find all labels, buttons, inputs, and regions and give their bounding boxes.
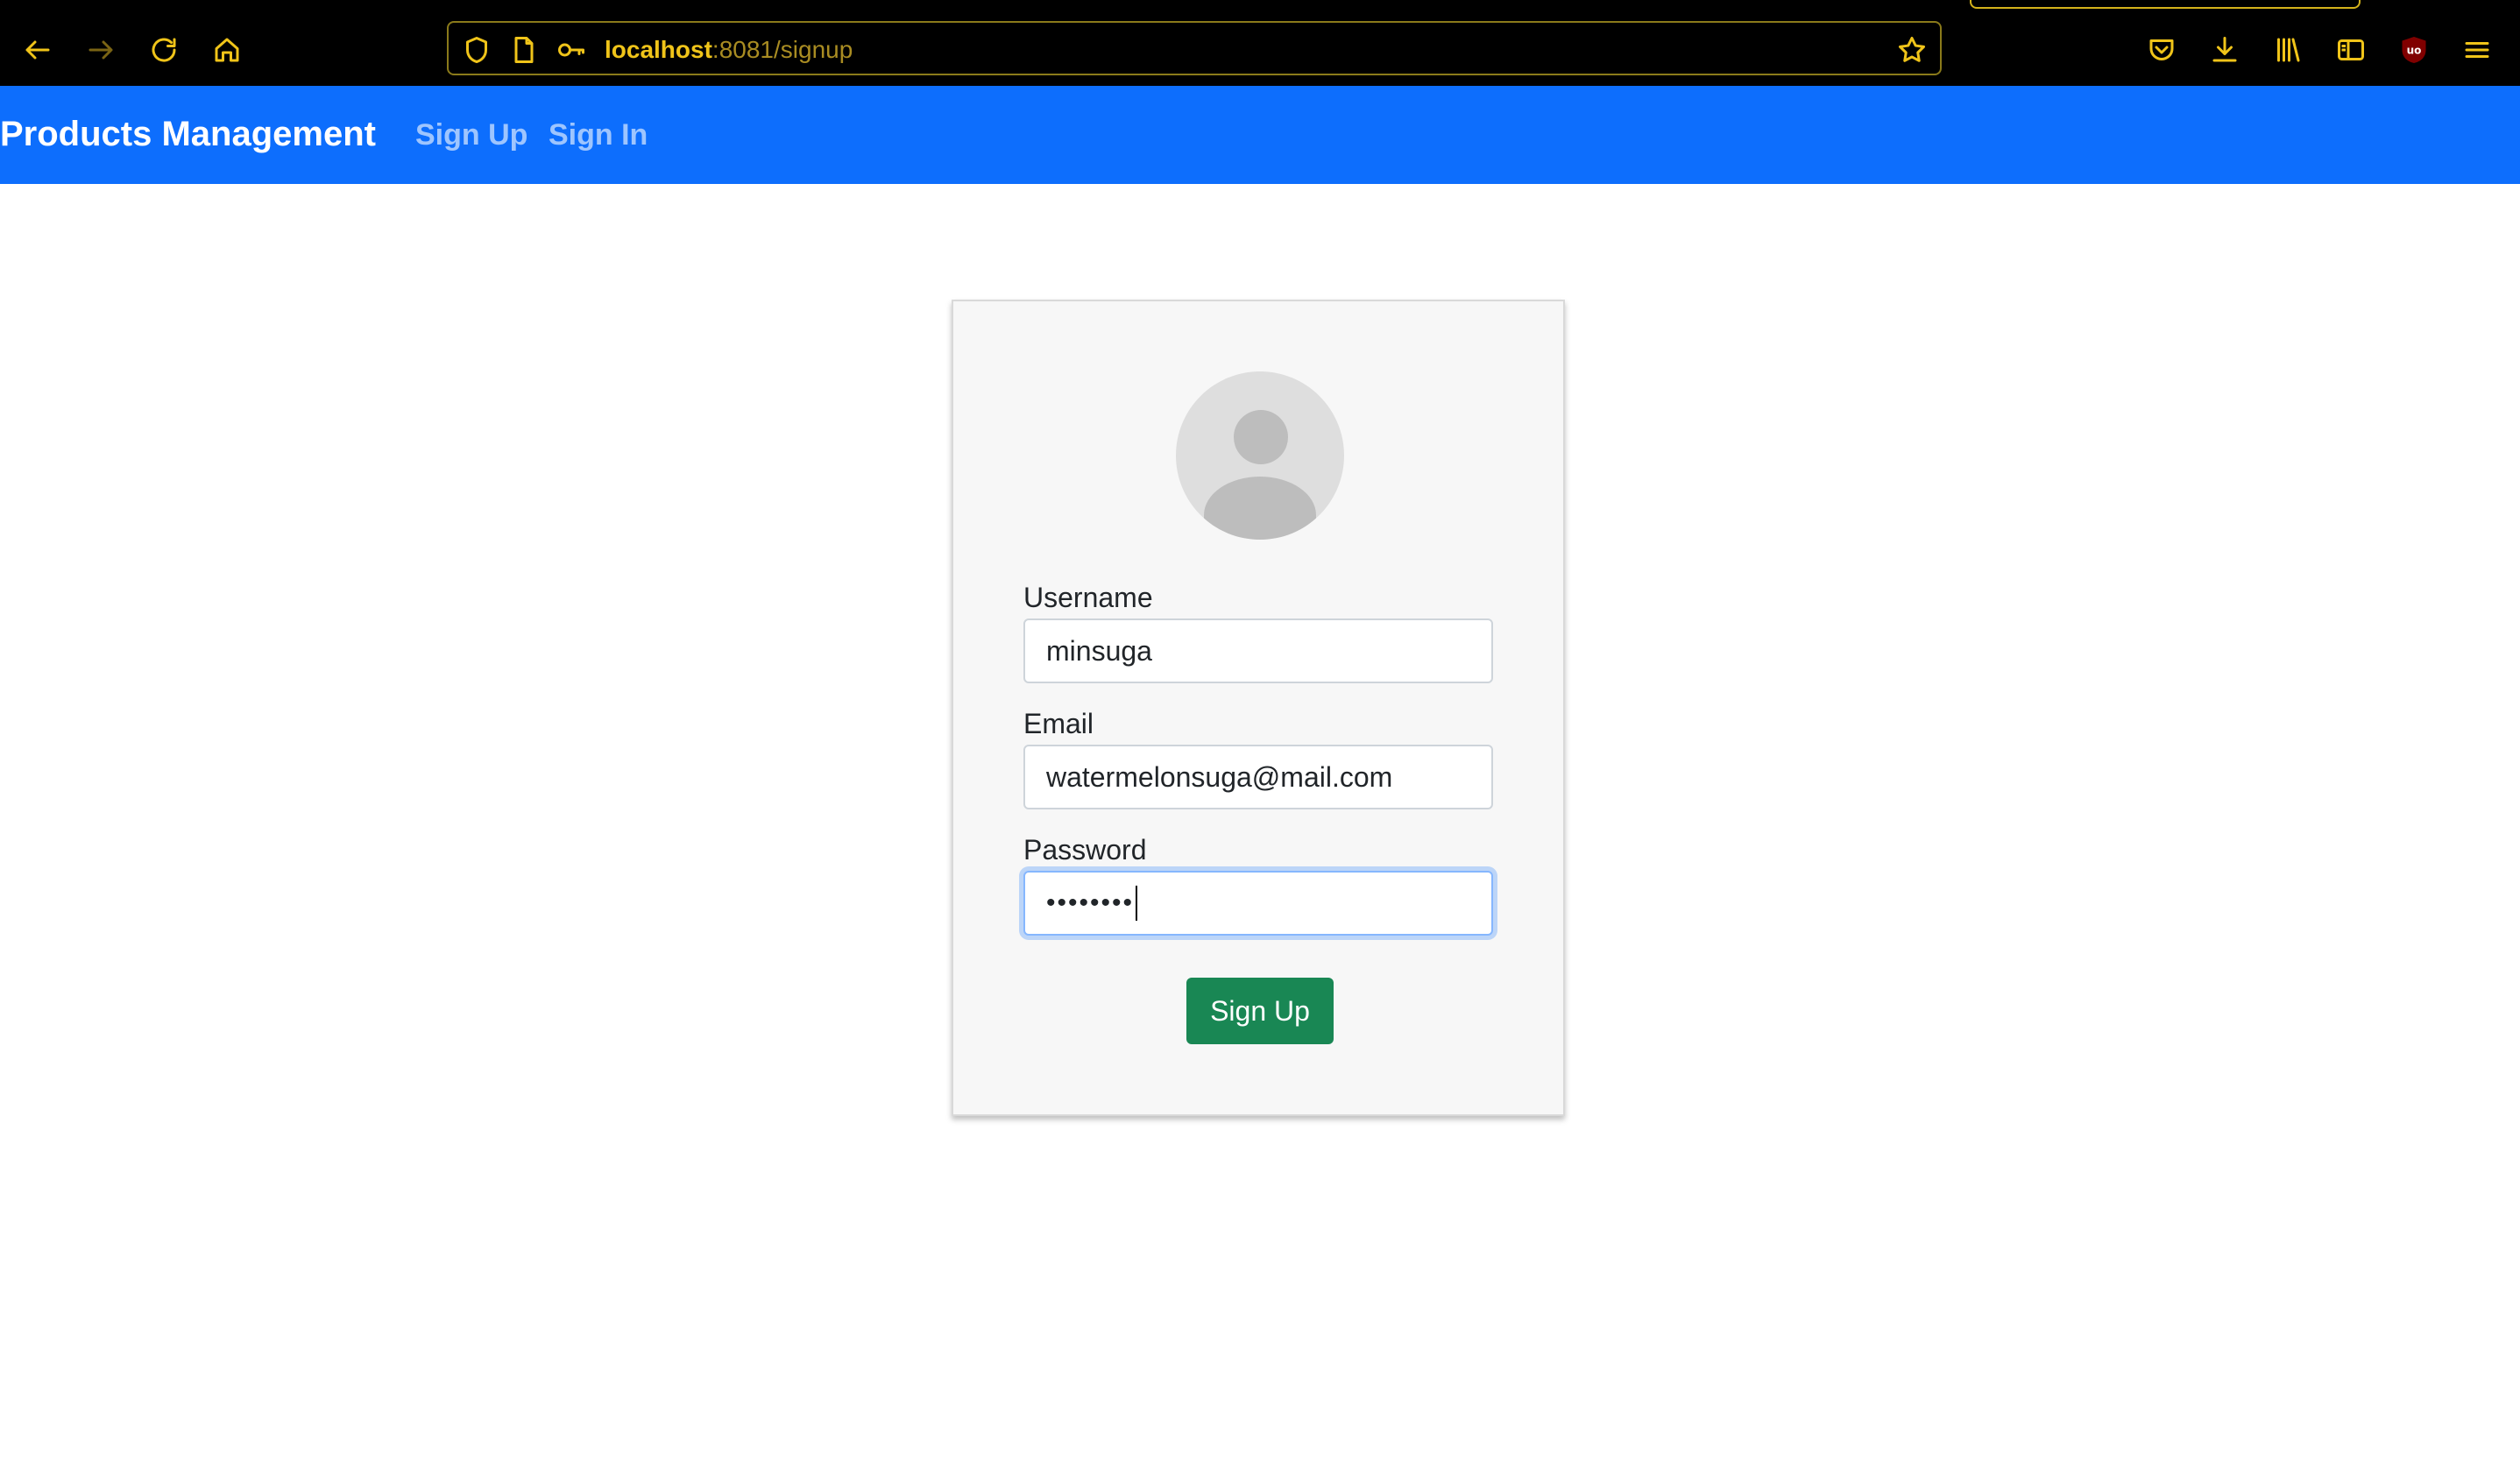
forward-arrow-icon[interactable] [77, 26, 124, 74]
key-icon[interactable] [556, 34, 587, 66]
sign-up-button[interactable]: Sign Up [1186, 978, 1334, 1044]
avatar-head [1234, 410, 1288, 464]
ublock-icon[interactable]: uo [2390, 26, 2438, 74]
reload-icon[interactable] [140, 26, 188, 74]
username-label: Username [1023, 582, 1153, 613]
url-bar[interactable]: localhost:8081/signup [447, 21, 1942, 75]
svg-text:uo: uo [2407, 45, 2422, 57]
nav-link-sign-in[interactable]: Sign In [549, 116, 648, 154]
star-icon[interactable] [1896, 34, 1928, 66]
signup-card: Username Email Password •••••••• Sign Up [952, 300, 1565, 1116]
library-icon[interactable] [2264, 26, 2311, 74]
username-input[interactable] [1023, 618, 1493, 683]
pocket-icon[interactable] [2138, 26, 2185, 74]
download-icon[interactable] [2201, 26, 2248, 74]
url-path: :8081/signup [711, 36, 853, 63]
text-caret [1136, 886, 1138, 921]
browser-toolbar: localhost:8081/signup uo [0, 0, 2520, 86]
avatar-body [1204, 477, 1316, 540]
home-icon[interactable] [203, 26, 251, 74]
url-host: localhost [605, 36, 712, 63]
menu-icon[interactable] [2453, 26, 2501, 74]
password-value: •••••••• [1023, 871, 1493, 936]
password-masked-text: •••••••• [1046, 888, 1135, 917]
page-icon[interactable] [508, 34, 540, 66]
sidebar-icon[interactable] [2327, 26, 2375, 74]
password-label: Password [1023, 834, 1147, 866]
nav-link-sign-up[interactable]: Sign Up [415, 116, 527, 154]
email-label: Email [1023, 708, 1094, 739]
navbar: Products Management Sign Up Sign In [0, 86, 2520, 184]
email-input[interactable] [1023, 745, 1493, 809]
back-arrow-icon[interactable] [14, 26, 61, 74]
navbar-brand[interactable]: Products Management [0, 112, 376, 156]
url-text[interactable]: localhost:8081/signup [605, 35, 853, 65]
user-avatar-icon [1176, 371, 1344, 540]
shield-icon[interactable] [461, 34, 492, 66]
tab-accent [1970, 0, 2361, 9]
